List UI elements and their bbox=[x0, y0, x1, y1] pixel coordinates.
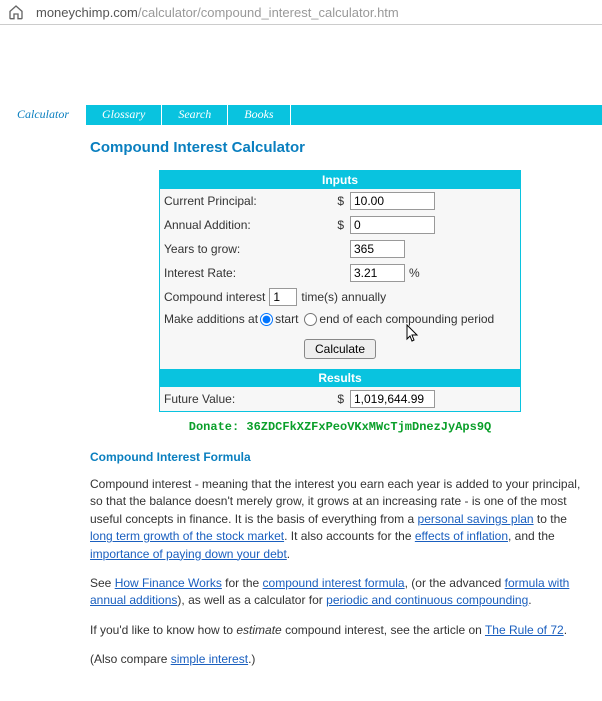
suffix-rate: % bbox=[409, 266, 420, 280]
nav-tab-glossary[interactable]: Glossary bbox=[85, 105, 161, 125]
link-how-finance[interactable]: How Finance Works bbox=[115, 576, 222, 590]
calculate-button[interactable]: Calculate bbox=[304, 339, 376, 359]
link-rule-72[interactable]: The Rule of 72 bbox=[485, 623, 564, 637]
calculator-box: Inputs Current Principal: $ Annual Addit… bbox=[159, 170, 521, 412]
input-addition[interactable] bbox=[350, 216, 435, 234]
nav-bar: Calculator Glossary Search Books bbox=[0, 105, 602, 125]
label-future: Future Value: bbox=[164, 392, 334, 406]
nav-tab-calculator[interactable]: Calculator bbox=[0, 105, 85, 125]
link-formula[interactable]: compound interest formula bbox=[263, 576, 405, 590]
row-principal: Current Principal: $ bbox=[160, 189, 520, 213]
url-text[interactable]: moneychimp.com/calculator/compound_inter… bbox=[36, 5, 399, 20]
radio-start[interactable] bbox=[260, 313, 273, 326]
donate-text: Donate: 36ZDCFkXZFxPeoVKxMWcTjmDnezJyAps… bbox=[90, 420, 590, 434]
link-savings-plan[interactable]: personal savings plan bbox=[418, 512, 534, 526]
results-header: Results bbox=[160, 369, 520, 387]
row-years: Years to grow: bbox=[160, 237, 520, 261]
input-compound[interactable] bbox=[269, 288, 297, 306]
formula-title: Compound Interest Formula bbox=[90, 450, 590, 464]
nav-tab-search[interactable]: Search bbox=[161, 105, 227, 125]
nav-tab-blank bbox=[290, 105, 323, 125]
link-debt[interactable]: importance of paying down your debt bbox=[90, 547, 287, 561]
label-rate: Interest Rate: bbox=[164, 266, 334, 280]
label-timing: Make additions at bbox=[164, 312, 258, 326]
para-4: (Also compare simple interest.) bbox=[90, 651, 590, 668]
suffix-compound: time(s) annually bbox=[301, 290, 386, 304]
label-principal: Current Principal: bbox=[164, 194, 334, 208]
row-rate: Interest Rate: % bbox=[160, 261, 520, 285]
label-years: Years to grow: bbox=[164, 242, 334, 256]
page-title: Compound Interest Calculator bbox=[90, 139, 590, 156]
nav-tab-books[interactable]: Books bbox=[227, 105, 289, 125]
input-principal[interactable] bbox=[350, 192, 435, 210]
sym-principal: $ bbox=[334, 194, 344, 208]
radio-end-label: end of each compounding period bbox=[319, 312, 494, 326]
row-timing: Make additions at start end of each comp… bbox=[160, 309, 520, 329]
row-addition: Annual Addition: $ bbox=[160, 213, 520, 237]
row-future: Future Value: $ bbox=[160, 387, 520, 411]
link-simple-interest[interactable]: simple interest bbox=[171, 652, 248, 666]
url-bar: moneychimp.com/calculator/compound_inter… bbox=[0, 0, 602, 25]
para-1: Compound interest - meaning that the int… bbox=[90, 476, 590, 563]
output-future[interactable] bbox=[350, 390, 435, 408]
para-2: See How Finance Works for the compound i… bbox=[90, 575, 590, 610]
home-icon[interactable] bbox=[8, 4, 24, 20]
link-periodic[interactable]: periodic and continuous compounding bbox=[326, 593, 528, 607]
input-years[interactable] bbox=[350, 240, 405, 258]
label-addition: Annual Addition: bbox=[164, 218, 334, 232]
sym-addition: $ bbox=[334, 218, 344, 232]
link-inflation[interactable]: effects of inflation bbox=[415, 529, 508, 543]
label-compound: Compound interest bbox=[164, 290, 265, 304]
row-compound: Compound interest time(s) annually bbox=[160, 285, 520, 309]
sym-future: $ bbox=[334, 392, 344, 406]
radio-end[interactable] bbox=[304, 313, 317, 326]
para-3: If you'd like to know how to estimate co… bbox=[90, 622, 590, 639]
row-calculate: Calculate bbox=[160, 329, 520, 369]
radio-start-label: start bbox=[275, 312, 298, 326]
estimate-word: estimate bbox=[236, 623, 281, 637]
inputs-header: Inputs bbox=[160, 171, 520, 189]
link-stock-market[interactable]: long term growth of the stock market bbox=[90, 529, 284, 543]
input-rate[interactable] bbox=[350, 264, 405, 282]
